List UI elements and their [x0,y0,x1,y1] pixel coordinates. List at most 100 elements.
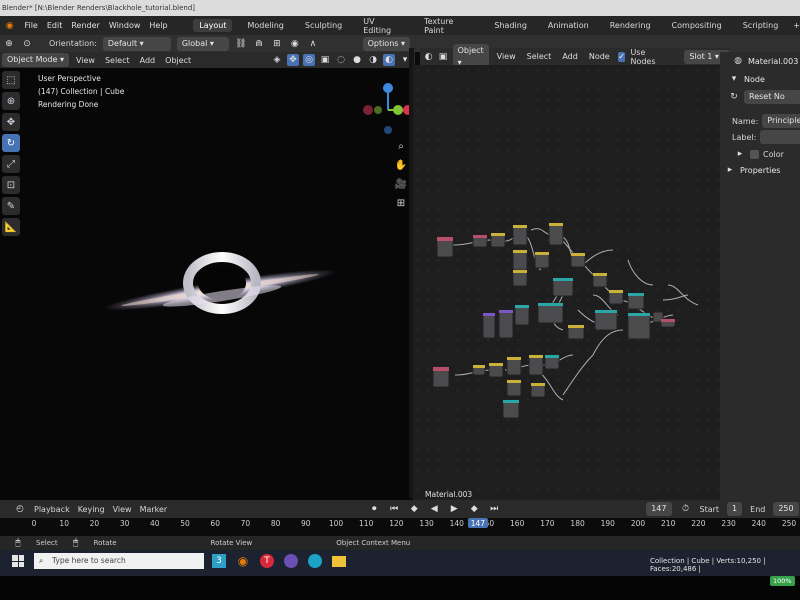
jump-end-icon[interactable]: ⏭ [488,503,500,515]
jump-start-icon[interactable]: ⏮ [388,503,400,515]
gizmo-toggle-icon[interactable]: ✥ [287,54,299,66]
pivot-icon[interactable]: ⊙ [21,38,33,50]
play-reverse-icon[interactable]: ◀ [428,503,440,515]
timeline-menu-marker[interactable]: Marker [140,505,168,514]
workspace-tab-shading[interactable]: Shading [488,19,533,32]
workspace-tab-uv-editing[interactable]: UV Editing [357,15,409,37]
cursor-tool-icon[interactable]: ⊕ [2,92,20,110]
snap-icon[interactable]: ⋒ [253,38,265,50]
timeline-menu-view[interactable]: View [113,505,132,514]
taskbar-app-3-icon[interactable]: 3 [212,554,226,568]
3d-viewport[interactable] [0,68,410,500]
annotate-tool-icon[interactable]: ✎ [2,197,20,215]
node-menu-view[interactable]: View [494,52,519,61]
taskbar-search-box[interactable]: ⌕ Type here to search [34,553,204,569]
menu-file[interactable]: File [24,21,37,30]
windows-start-icon[interactable] [12,555,24,567]
properties-section-title[interactable]: Properties [740,166,780,175]
object-mode-dropdown[interactable]: Object Mode ▾ [2,53,69,67]
menu-edit[interactable]: Edit [47,21,63,30]
workspace-tab-animation[interactable]: Animation [542,19,595,32]
menu-help[interactable]: Help [149,21,167,30]
workspace-tab-scripting[interactable]: Scripting [737,19,785,32]
node-section-title[interactable]: Node [744,75,765,84]
zoom-icon[interactable]: ⌕ [393,138,409,154]
link-icon[interactable]: ⛓ [235,38,247,50]
blender-logo-icon[interactable]: ◉ [4,20,15,32]
scale-tool-icon[interactable]: ⤢ [2,155,20,173]
menu-window[interactable]: Window [109,21,141,30]
z-axis-handle[interactable] [383,83,393,93]
current-frame-field[interactable]: 147 [646,502,672,516]
measure-tool-icon[interactable]: 📐 [2,218,20,236]
snap-target-icon[interactable]: ⊞ [271,38,283,50]
workspace-tab-layout[interactable]: Layout [193,19,233,32]
navigation-gizmo[interactable] [360,82,416,138]
reset-node-button[interactable]: Reset No [744,90,800,104]
y-axis-handle[interactable] [393,105,403,115]
select-box-tool-icon[interactable]: ⬚ [2,71,20,89]
overlay-toggle-icon[interactable]: ◎ [303,54,315,66]
color-checkbox[interactable] [750,149,759,159]
taskbar-edge-icon[interactable] [308,554,322,568]
transform-tool-icon[interactable]: ⊡ [2,176,20,194]
falloff-curve-icon[interactable]: ∧ [307,38,319,50]
workspace-tab-compositing[interactable]: Compositing [666,19,728,32]
node-menu-node[interactable]: Node [586,52,613,61]
neg-y-axis-handle[interactable] [374,106,382,114]
node-editor-canvas[interactable] [413,65,728,505]
node-menu-add[interactable]: Add [559,52,581,61]
taskbar-folder-icon[interactable] [332,555,346,567]
editor-type-icon[interactable]: ◐ [424,51,433,63]
neg-z-axis-handle[interactable] [384,126,392,134]
next-key-icon[interactable]: ◆ [468,503,480,515]
xray-toggle-icon[interactable]: ▣ [319,54,331,66]
timeline-menu-playback[interactable]: Playback [34,505,70,514]
workspace-tab-texture-paint[interactable]: Texture Paint [418,15,479,37]
orientation-dropdown[interactable]: Default ▾ [102,36,171,51]
viewport-menu-view[interactable]: View [73,56,98,65]
play-icon[interactable]: ▶ [448,503,460,515]
viewport-menu-select[interactable]: Select [102,56,133,65]
move-tool-icon[interactable]: ✥ [2,113,20,131]
viewport-menu-object[interactable]: Object [162,56,194,65]
end-frame-field[interactable]: 250 [773,502,799,516]
view-object-types-icon[interactable]: ◈ [271,54,283,66]
name-field[interactable]: Principled [762,114,800,128]
taskbar-app-circle-icon[interactable] [284,554,298,568]
transform-space-dropdown[interactable]: Global ▾ [176,36,229,51]
add-workspace-button[interactable]: + [793,21,800,30]
rendered-shading-icon[interactable]: ◐ [383,54,395,66]
record-icon[interactable]: ⏺ [368,503,380,515]
viewport-menu-add[interactable]: Add [137,56,159,65]
taskbar-app-red-icon[interactable]: T [260,554,274,568]
transform-tool-icon[interactable]: ⊕ [3,38,15,50]
shader-type-icon[interactable]: ▣ [438,51,448,63]
start-frame-field[interactable]: 1 [727,502,743,516]
use-nodes-checkbox[interactable]: ✓ [617,51,626,62]
options-dropdown[interactable]: Options ▾ [362,36,410,51]
workspace-tab-rendering[interactable]: Rendering [604,19,657,32]
refresh-icon[interactable]: ↻ [728,91,740,103]
color-expand-icon[interactable]: ▸ [734,148,746,160]
grid-ortho-icon[interactable]: ⊞ [393,195,409,211]
label-field[interactable] [760,130,800,144]
taskbar-blender-icon[interactable]: ◉ [236,554,250,568]
material-shading-icon[interactable]: ◑ [367,54,379,66]
timeline-ruler[interactable]: 0102030405060708090100110120130140150160… [20,518,800,528]
clock-icon[interactable]: ⏱ [680,503,692,515]
pan-hand-icon[interactable]: ✋ [393,157,409,173]
menu-render[interactable]: Render [71,21,99,30]
node-section-expand-icon[interactable]: ▾ [728,73,740,85]
wireframe-shading-icon[interactable]: ◌ [335,54,347,66]
prev-key-icon[interactable]: ◆ [408,503,420,515]
node-menu-select[interactable]: Select [524,52,555,61]
workspace-tab-modeling[interactable]: Modeling [241,19,289,32]
neg-x-axis-handle[interactable] [363,105,373,115]
camera-icon[interactable]: 🎥 [393,176,409,192]
timeline-editor-type-icon[interactable]: ◴ [14,503,26,515]
workspace-tab-sculpting[interactable]: Sculpting [299,19,348,32]
timeline-menu-keying[interactable]: Keying [78,505,105,514]
rotate-tool-icon[interactable]: ↻ [2,134,20,152]
solid-shading-icon[interactable]: ● [351,54,363,66]
